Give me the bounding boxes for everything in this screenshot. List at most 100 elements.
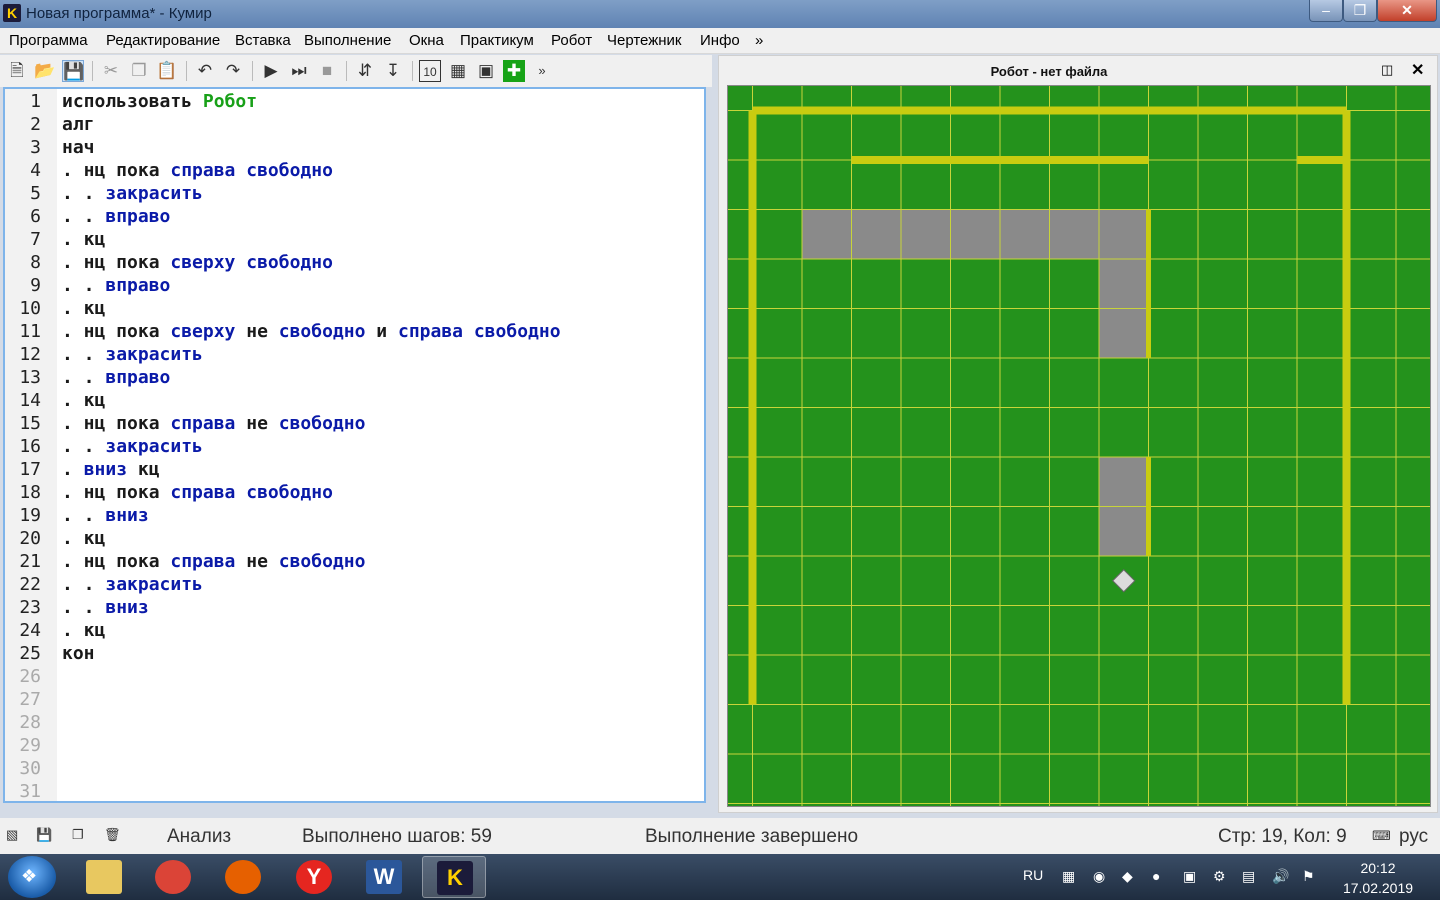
save-icon[interactable]: 💾 xyxy=(62,60,84,82)
code-line[interactable]: . кц xyxy=(62,298,105,319)
word-icon: W xyxy=(366,860,402,894)
robot-field[interactable] xyxy=(702,60,1431,807)
menu-program[interactable]: Программа xyxy=(9,32,88,49)
menu-info[interactable]: Инфо xyxy=(700,32,740,49)
toolbar-separator xyxy=(412,61,413,81)
torrent-icon[interactable]: ● xyxy=(1152,868,1160,884)
chrome-tray-icon[interactable]: ◉ xyxy=(1093,868,1105,885)
code-keyword: . . xyxy=(62,344,106,365)
undo-icon[interactable]: ↶ xyxy=(194,60,216,82)
redo-icon[interactable]: ↷ xyxy=(222,60,244,82)
save-output-icon[interactable]: 💾 xyxy=(36,827,52,843)
code-keyword: . нц пока xyxy=(62,160,171,181)
maximize-button[interactable]: ❐ xyxy=(1343,0,1377,22)
open-folder-icon[interactable]: 📂 xyxy=(34,60,56,82)
code-line[interactable]: . нц пока справа свободно xyxy=(62,160,333,181)
drawer-window-icon[interactable]: ▣ xyxy=(475,60,497,82)
code-line[interactable]: . нц пока сверху не свободно и справа св… xyxy=(62,321,561,342)
code-line[interactable]: кон xyxy=(62,643,95,664)
code-keyword: нач xyxy=(62,137,95,158)
code-line[interactable]: . . вниз xyxy=(62,597,149,618)
nvidia-icon[interactable]: ▣ xyxy=(1183,868,1196,885)
code-line[interactable]: . нц пока справа свободно xyxy=(62,482,333,503)
yandex-icon: Y xyxy=(296,860,332,894)
code-line[interactable]: . вниз кц xyxy=(62,459,160,480)
copy-icon[interactable]: ❐ xyxy=(128,60,150,82)
clock[interactable]: 20:12 17.02.2019 xyxy=(1340,858,1416,898)
code-line[interactable]: . . вправо xyxy=(62,206,170,227)
taskbar-firefox[interactable] xyxy=(211,856,275,898)
code-line[interactable]: нач xyxy=(62,137,95,158)
minimize-button[interactable]: – xyxy=(1309,0,1343,22)
taskbar-kumir[interactable]: K xyxy=(422,856,486,898)
close-window-button[interactable]: ✕ xyxy=(1377,0,1437,22)
code-line[interactable]: . нц пока сверху свободно xyxy=(62,252,333,273)
menu-practicum[interactable]: Практикум xyxy=(460,32,534,49)
tray-tool-icon[interactable]: ⚙ xyxy=(1213,868,1226,885)
code-keyword: алг xyxy=(62,114,95,135)
toolbar-more-button[interactable]: » xyxy=(531,60,553,82)
code-line[interactable]: . кц xyxy=(62,390,105,411)
painted-cell xyxy=(1099,209,1149,259)
code-line[interactable]: . . закрасить xyxy=(62,574,203,595)
code-line[interactable]: . . закрасить xyxy=(62,436,203,457)
volume-icon[interactable]: 🔊 xyxy=(1272,868,1289,885)
tray-language[interactable]: RU xyxy=(1023,867,1043,883)
line-number: 28 xyxy=(19,712,41,733)
code-line[interactable]: . кц xyxy=(62,620,105,641)
code-line[interactable]: . . вниз xyxy=(62,505,149,526)
menu-drawer[interactable]: Чертежник xyxy=(607,32,682,49)
line-number: 24 xyxy=(19,620,41,641)
new-file-icon[interactable]: 🗎 xyxy=(6,60,28,82)
grid-window-icon[interactable]: ▦ xyxy=(447,60,469,82)
code-line[interactable]: . . вправо xyxy=(62,367,170,388)
paste-icon[interactable]: 📋 xyxy=(156,60,178,82)
line-number: 9 xyxy=(30,275,41,296)
line-number: 23 xyxy=(19,597,41,618)
run-icon[interactable]: ▶ xyxy=(260,60,282,82)
robot-window-icon[interactable]: ✚ xyxy=(503,60,525,82)
taskbar-yandex[interactable]: Y xyxy=(282,856,346,898)
start-button[interactable]: ❖ xyxy=(8,856,56,898)
step-run-icon[interactable]: ⏭ xyxy=(288,60,310,82)
console-icon[interactable]: ▧ xyxy=(6,827,18,843)
code-editor[interactable]: 1 2 3 4 5 6 7 8 9 10 11 12 13 14 15 16 17 18 19 20 21 22 23 24 2… xyxy=(3,87,706,803)
menu-robot[interactable]: Робот xyxy=(551,32,592,49)
cut-icon[interactable]: ✂ xyxy=(100,60,122,82)
code-line[interactable]: . кц xyxy=(62,528,105,549)
code-line[interactable]: . нц пока справа не свободно xyxy=(62,551,365,572)
step-into-icon[interactable]: ↧ xyxy=(382,60,404,82)
menu-insert[interactable]: Вставка xyxy=(235,32,291,49)
windows-logo-icon: ❖ xyxy=(21,866,38,886)
robot-panel-close-button[interactable]: ✕ xyxy=(1411,60,1424,80)
taskbar-word[interactable]: W xyxy=(352,856,416,898)
copy-output-icon[interactable]: ❐ xyxy=(72,827,84,843)
code-line[interactable]: использовать Робот xyxy=(62,91,257,112)
code-line[interactable]: . кц xyxy=(62,229,105,250)
code-line[interactable]: . . закрасить xyxy=(62,183,203,204)
line-number: 30 xyxy=(19,758,41,779)
code-keyword: не xyxy=(246,413,279,434)
network-icon[interactable]: ▤ xyxy=(1242,868,1255,885)
menu-run[interactable]: Выполнение xyxy=(304,32,391,49)
menu-edit[interactable]: Редактирование xyxy=(106,32,220,49)
menu-windows[interactable]: Окна xyxy=(409,32,444,49)
counter-icon[interactable]: 10 xyxy=(419,60,441,82)
float-window-icon[interactable]: ◫ xyxy=(1381,62,1393,78)
code-line[interactable]: . нц пока справа не свободно xyxy=(62,413,365,434)
kumir-app-icon: K xyxy=(3,4,21,22)
code-line[interactable]: . . закрасить xyxy=(62,344,203,365)
action-center-icon[interactable]: ⚑ xyxy=(1302,868,1315,885)
stop-icon[interactable]: ■ xyxy=(316,60,338,82)
taskbar-explorer[interactable] xyxy=(72,856,136,898)
taskbar-chrome[interactable] xyxy=(141,856,205,898)
clear-output-icon[interactable]: 🗑 xyxy=(104,827,121,843)
menu-more[interactable]: » xyxy=(755,32,763,49)
zona-icon[interactable]: ◆ xyxy=(1122,868,1133,885)
code-keyword: . кц xyxy=(62,390,106,411)
code-keyword: . кц xyxy=(62,229,106,250)
code-line[interactable]: алг xyxy=(62,114,95,135)
step-over-icon[interactable]: ⇵ xyxy=(354,60,376,82)
code-line[interactable]: . . вправо xyxy=(62,275,170,296)
vk-icon[interactable]: ▦ xyxy=(1062,868,1075,885)
